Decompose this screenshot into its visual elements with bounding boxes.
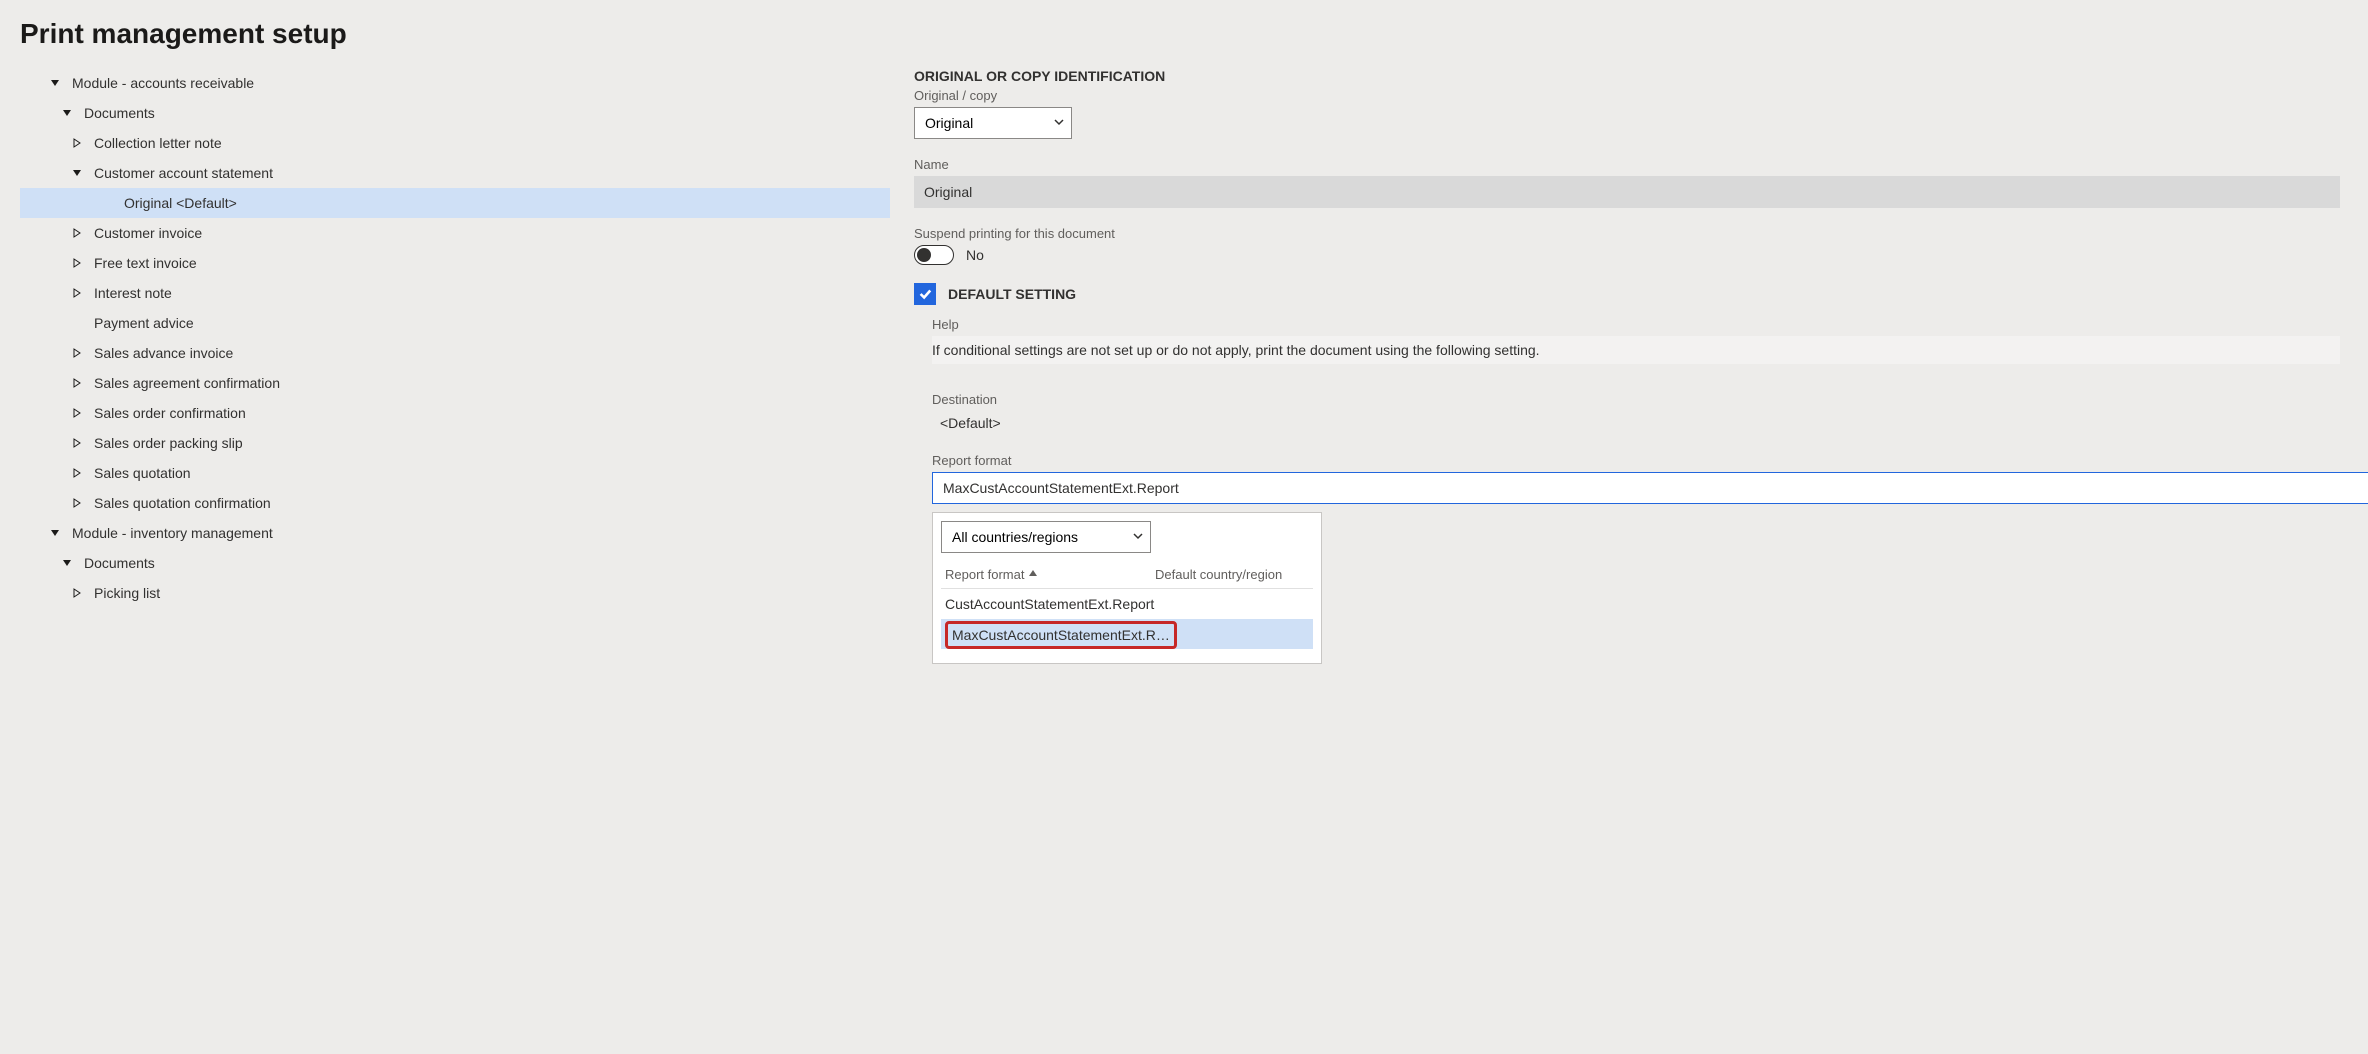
- tree-label: Sales advance invoice: [94, 345, 233, 361]
- caret-right-icon[interactable]: [70, 436, 84, 450]
- tree-pane: Module - accounts receivable Documents C…: [20, 68, 890, 682]
- tree-label: Sales order packing slip: [94, 435, 243, 451]
- popup-option-label: MaxCustAccountStatementExt.R…: [952, 627, 1170, 643]
- tree-payment-advice[interactable]: Payment advice: [20, 308, 890, 338]
- caret-right-icon[interactable]: [70, 136, 84, 150]
- original-copy-dropdown[interactable]: Original: [914, 107, 1072, 139]
- tree-label: Sales agreement confirmation: [94, 375, 280, 391]
- caret-down-icon[interactable]: [60, 556, 74, 570]
- tree-documents-ar[interactable]: Documents: [20, 98, 890, 128]
- popup-col-report-format[interactable]: Report format: [945, 567, 1155, 582]
- section-original-copy: ORIGINAL OR COPY IDENTIFICATION: [914, 68, 2340, 84]
- tree-sales-advance-invoice[interactable]: Sales advance invoice: [20, 338, 890, 368]
- caret-down-icon[interactable]: [70, 166, 84, 180]
- tree-label: Documents: [84, 105, 155, 121]
- tree-customer-invoice[interactable]: Customer invoice: [20, 218, 890, 248]
- name-field: Original: [914, 176, 2340, 208]
- nav-tree: Module - accounts receivable Documents C…: [20, 68, 890, 608]
- tree-sales-quotation[interactable]: Sales quotation: [20, 458, 890, 488]
- popup-option-label: CustAccountStatementExt.Report: [945, 596, 1154, 612]
- caret-right-icon[interactable]: [70, 496, 84, 510]
- tree-label: Customer invoice: [94, 225, 202, 241]
- tree-original-default[interactable]: Original <Default>: [20, 188, 890, 218]
- country-filter-value: All countries/regions: [952, 529, 1078, 545]
- help-label: Help: [932, 317, 2340, 332]
- caret-right-icon[interactable]: [70, 586, 84, 600]
- suspend-value: No: [966, 247, 984, 263]
- default-setting-checkbox[interactable]: [914, 283, 936, 305]
- chevron-down-icon: [1132, 529, 1144, 545]
- caret-right-icon[interactable]: [70, 376, 84, 390]
- tree-sales-agreement-conf[interactable]: Sales agreement confirmation: [20, 368, 890, 398]
- original-copy-value: Original: [925, 115, 973, 131]
- sort-asc-icon: [1028, 567, 1038, 582]
- tree-label: Sales quotation: [94, 465, 191, 481]
- tree-picking-list[interactable]: Picking list: [20, 578, 890, 608]
- chevron-down-icon: [1053, 115, 1065, 131]
- tree-documents-im[interactable]: Documents: [20, 548, 890, 578]
- default-setting-label: DEFAULT SETTING: [948, 286, 1076, 302]
- tree-module-ar[interactable]: Module - accounts receivable: [20, 68, 890, 98]
- form-pane: ORIGINAL OR COPY IDENTIFICATION Original…: [890, 68, 2340, 682]
- tree-label: Collection letter note: [94, 135, 222, 151]
- tree-label: Module - inventory management: [72, 525, 273, 541]
- suspend-label: Suspend printing for this document: [914, 226, 2340, 241]
- caret-right-icon[interactable]: [70, 406, 84, 420]
- tree-interest-note[interactable]: Interest note: [20, 278, 890, 308]
- tree-label: Sales quotation confirmation: [94, 495, 271, 511]
- tree-sales-order-conf[interactable]: Sales order confirmation: [20, 398, 890, 428]
- tree-label: Payment advice: [94, 315, 194, 331]
- country-filter-dropdown[interactable]: All countries/regions: [941, 521, 1151, 553]
- popup-option-maxcust[interactable]: MaxCustAccountStatementExt.R…: [941, 619, 1313, 649]
- caret-down-icon[interactable]: [48, 76, 62, 90]
- caret-right-icon[interactable]: [70, 286, 84, 300]
- tree-customer-account-statement[interactable]: Customer account statement: [20, 158, 890, 188]
- suspend-toggle[interactable]: [914, 245, 954, 265]
- caret-down-icon[interactable]: [60, 106, 74, 120]
- caret-down-icon[interactable]: [48, 526, 62, 540]
- destination-label: Destination: [932, 392, 2340, 407]
- tree-label: Module - accounts receivable: [72, 75, 254, 91]
- tree-collection-letter-note[interactable]: Collection letter note: [20, 128, 890, 158]
- highlight-box: MaxCustAccountStatementExt.R…: [945, 621, 1177, 649]
- tree-label: Free text invoice: [94, 255, 197, 271]
- tree-label: Sales order confirmation: [94, 405, 246, 421]
- tree-sales-order-packing[interactable]: Sales order packing slip: [20, 428, 890, 458]
- tree-label: Documents: [84, 555, 155, 571]
- caret-right-icon[interactable]: [70, 346, 84, 360]
- tree-free-text-invoice[interactable]: Free text invoice: [20, 248, 890, 278]
- report-format-label: Report format: [932, 453, 2340, 468]
- tree-label: Original <Default>: [124, 195, 237, 211]
- name-label: Name: [914, 157, 2340, 172]
- tree-label: Customer account statement: [94, 165, 273, 181]
- report-format-input[interactable]: [932, 472, 2368, 504]
- popup-option-cust[interactable]: CustAccountStatementExt.Report: [941, 589, 1313, 619]
- page-title: Print management setup: [20, 12, 2348, 68]
- popup-col1-label: Report format: [945, 567, 1024, 582]
- caret-right-icon[interactable]: [70, 466, 84, 480]
- tree-label: Picking list: [94, 585, 160, 601]
- caret-right-icon[interactable]: [70, 226, 84, 240]
- report-format-popup: All countries/regions Report format Defa…: [932, 512, 1322, 664]
- tree-module-im[interactable]: Module - inventory management: [20, 518, 890, 548]
- popup-col-default-country[interactable]: Default country/region: [1155, 567, 1282, 582]
- tree-label: Interest note: [94, 285, 172, 301]
- help-text: If conditional settings are not set up o…: [932, 336, 2340, 364]
- original-copy-label: Original / copy: [914, 88, 2340, 103]
- tree-sales-quotation-conf[interactable]: Sales quotation confirmation: [20, 488, 890, 518]
- caret-right-icon[interactable]: [70, 256, 84, 270]
- destination-value[interactable]: <Default>: [932, 411, 2340, 435]
